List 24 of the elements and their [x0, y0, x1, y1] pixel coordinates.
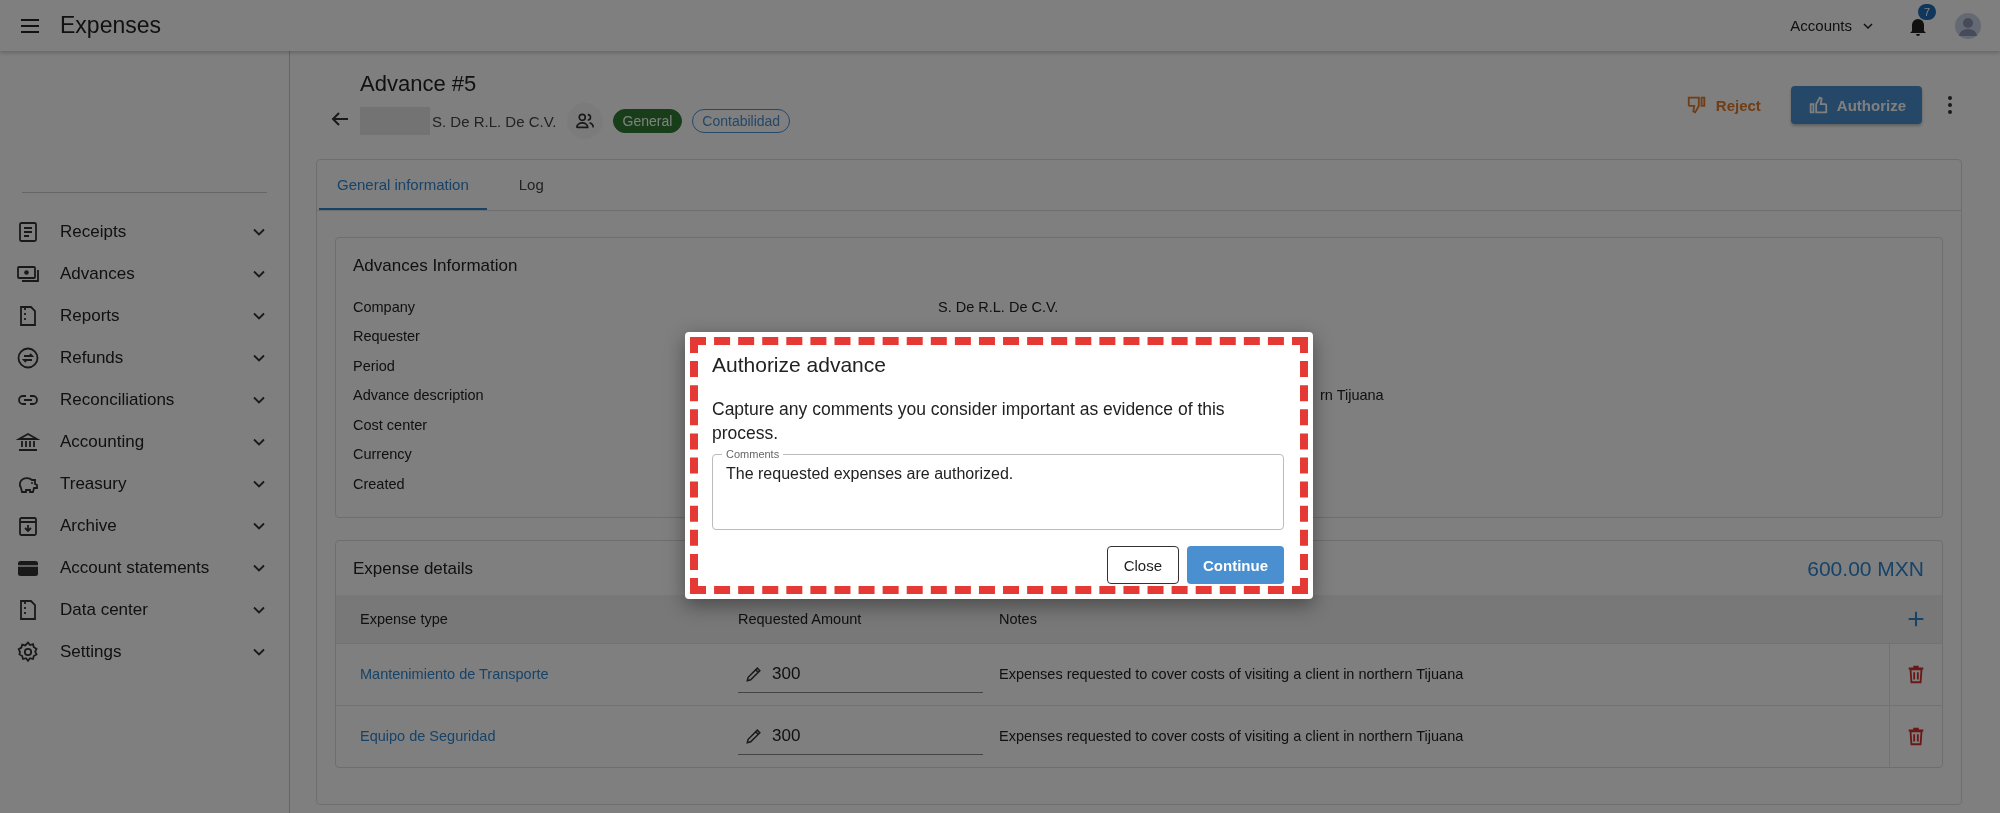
field-label: Period [353, 357, 395, 374]
field-label: Company [353, 298, 416, 315]
section-title: Advances Information [353, 256, 518, 275]
dialog-message: Capture any comments you consider important as evidence of this process. [712, 398, 1226, 445]
tag-chip: Contabilidad [692, 109, 791, 133]
table-cell-text: Expenses requested to cover costs of visiting a client in northern Tijuana [999, 666, 1465, 682]
table-cell-text: Expenses requested to cover costs of visiting a client in northern Tijuana [999, 728, 1465, 744]
field-label: Created [353, 475, 405, 492]
page-title: Advance #5 [360, 71, 478, 97]
dialog-title: Authorize advance [712, 353, 887, 377]
field-label: Currency [353, 446, 412, 463]
notification-badge: 7 [1918, 3, 1937, 20]
tag-chip: General [612, 109, 683, 133]
field-value: S. De R.L. De C.V. [938, 298, 1059, 315]
field-label: Requester [353, 328, 420, 345]
section-title: Expense details [353, 558, 474, 579]
field-label: Cost center [353, 416, 428, 433]
app-title: Expenses [60, 12, 161, 39]
column-header: Expense type [359, 610, 449, 627]
column-header: Notes [999, 610, 1038, 627]
company-name: S. De R.L. De C.V. [432, 112, 557, 130]
total-amount: 600.00 MXN [1807, 556, 1924, 581]
field-label: Advance description [353, 387, 484, 404]
column-header: Requested Amount [738, 610, 863, 627]
